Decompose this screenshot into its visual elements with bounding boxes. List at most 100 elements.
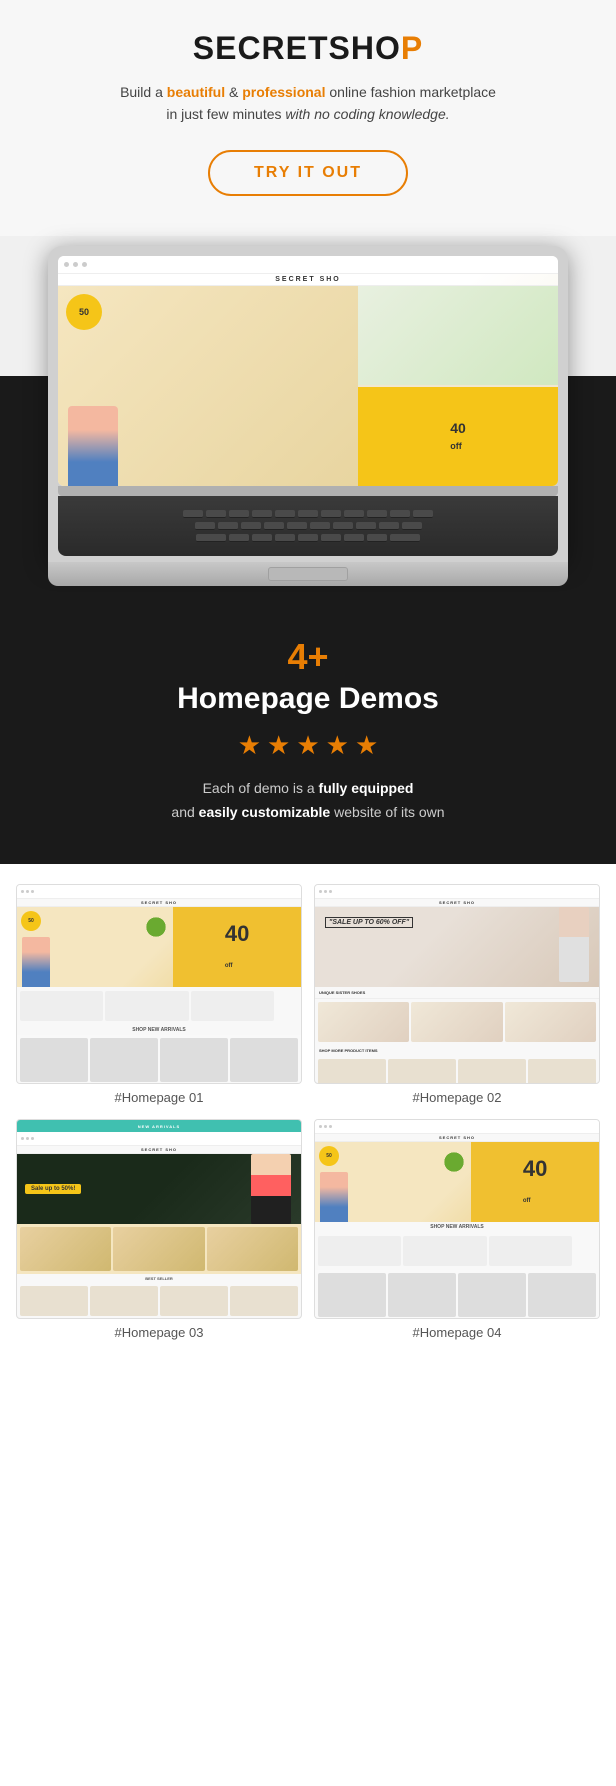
thumb-dot <box>329 890 332 893</box>
demo-item-03: NEW ARRIVALS SECRET SHO Sale up to 50%! … <box>16 1119 302 1340</box>
thumb-product-card <box>105 991 188 1021</box>
key <box>241 522 261 530</box>
nav-dot-2 <box>73 262 78 267</box>
thumb-nav-01 <box>17 885 301 899</box>
thumb3-mid-card <box>20 1227 111 1271</box>
thumb-logo-03: SECRET SHO <box>17 1146 301 1154</box>
thumb-product-card <box>318 1236 401 1266</box>
thumb-dot <box>26 890 29 893</box>
thumb3-sale-badge: Sale up to 50%! <box>25 1184 81 1194</box>
key <box>275 510 295 518</box>
laptop-container: SECRET SHO 50 40off <box>48 246 568 586</box>
thumb2-section-label: UNIQUE SISTER SHOES <box>315 987 599 999</box>
screen-logo: SECRET SHO <box>58 274 558 286</box>
thumb3-products <box>17 1283 301 1319</box>
logo: SECRETSHOP <box>40 30 576 67</box>
italic-text: with no coding knowledge. <box>285 106 449 122</box>
thumb2-more-cards <box>315 1056 599 1084</box>
thumb3-prod-card <box>160 1286 228 1316</box>
dark-stats-section: 4+ Homepage Demos ★ ★ ★ ★ ★ Each of demo… <box>0 586 616 865</box>
keyboard-row-3 <box>68 534 548 542</box>
key <box>264 522 284 530</box>
nav-dot-3 <box>82 262 87 267</box>
thumb-logo-04: SECRET SHO <box>315 1134 599 1142</box>
thumb-arrival-card <box>528 1273 596 1317</box>
demo-thumb-03[interactable]: NEW ARRIVALS SECRET SHO Sale up to 50%! … <box>16 1119 302 1319</box>
key <box>321 510 341 518</box>
thumb2-more-label: SHOP MORE PRODUCT ITEMS <box>315 1045 599 1056</box>
screen-sale-badge: 50 <box>66 294 102 330</box>
demo-thumb-02[interactable]: SECRET SHO "SALE UP TO 60% OFF" UNIQUE S… <box>314 884 600 1084</box>
key <box>367 534 387 542</box>
demo-thumb-04[interactable]: SECRET SHO 50 40off SHOP NEW ARRIVALS <box>314 1119 600 1319</box>
star-5: ★ <box>355 730 378 761</box>
star-2: ★ <box>267 730 290 761</box>
thumb2-prod-card <box>411 1002 502 1042</box>
screen-people-image <box>68 406 118 486</box>
thumb2-person <box>559 907 589 982</box>
nav-dot-1 <box>64 262 69 267</box>
thumb-sale-circle-04: 50 <box>319 1146 339 1166</box>
logo-accent: P <box>401 30 423 66</box>
thumb-dot <box>21 1137 24 1140</box>
key <box>229 510 249 518</box>
thumb-nav-04 <box>315 1120 599 1134</box>
key <box>413 510 433 518</box>
thumb3-mid-card <box>207 1227 298 1271</box>
professional-text: professional <box>242 84 325 100</box>
thumb-arrival-card <box>20 1038 88 1082</box>
thumb3-section-label: BEST SELLER <box>17 1274 301 1283</box>
thumb3-header: NEW ARRIVALS <box>17 1120 301 1132</box>
thumb-hero-04: 50 40off <box>315 1142 599 1222</box>
thumb-dot <box>21 890 24 893</box>
screen-content: SECRET SHO 50 40off <box>58 256 558 486</box>
key <box>206 510 226 518</box>
key <box>298 534 318 542</box>
thumb-discount-01: 40off <box>225 921 249 973</box>
thumb2-prod-card <box>318 1002 409 1042</box>
screen-right-top <box>358 286 558 385</box>
thumb-hero-right-04: 40off <box>471 1142 599 1222</box>
try-it-out-button[interactable]: TRY IT OUT <box>208 150 408 196</box>
thumb-arrival-card <box>230 1038 298 1082</box>
laptop-body: SECRET SHO 50 40off <box>48 246 568 562</box>
thumb-dot <box>324 1125 327 1128</box>
thumb-section-label-01: SHOP NEW ARRIVALS <box>17 1025 301 1035</box>
key <box>252 534 272 542</box>
thumb-logo-02: SECRET SHO <box>315 899 599 907</box>
thumb-dot <box>319 1125 322 1128</box>
thumb-nav-03 <box>17 1132 301 1146</box>
thumb-nav-02 <box>315 885 599 899</box>
thumb2-more-card <box>528 1059 596 1084</box>
cta-wrapper: TRY IT OUT <box>40 150 576 196</box>
thumb-new-arrivals-04 <box>315 1270 599 1319</box>
key <box>321 534 341 542</box>
tagline: Build a beautiful & professional online … <box>40 81 576 126</box>
thumb-arrival-card <box>388 1273 456 1317</box>
thumb2-more-card <box>318 1059 386 1084</box>
key <box>252 510 272 518</box>
demo-item-02: SECRET SHO "SALE UP TO 60% OFF" UNIQUE S… <box>314 884 600 1105</box>
keyboard-row-1 <box>68 510 548 518</box>
thumb-new-arrivals-01 <box>17 1035 301 1084</box>
beautiful-text: beautiful <box>167 84 225 100</box>
thumb-product-card <box>191 991 274 1021</box>
demo-item-04: SECRET SHO 50 40off SHOP NEW ARRIVALS <box>314 1119 600 1340</box>
thumb3-mid-card <box>113 1227 204 1271</box>
thumb-dot <box>26 1137 29 1140</box>
thumb-product-card <box>20 991 103 1021</box>
thumb2-more-card <box>458 1059 526 1084</box>
thumb-products-01 <box>17 987 301 1025</box>
thumb-arrival-card <box>160 1038 228 1082</box>
laptop-section: SECRET SHO 50 40off <box>0 236 616 586</box>
demos-title: Homepage Demos <box>40 682 576 716</box>
stars-row: ★ ★ ★ ★ ★ <box>40 730 576 761</box>
fully-equipped-text: fully equipped <box>319 780 414 796</box>
thumb-dot <box>324 890 327 893</box>
laptop-keyboard <box>58 496 558 556</box>
demo-thumb-01[interactable]: SECRET SHO 50 40off SHOP NEW ARRIVALS <box>16 884 302 1084</box>
thumb-arrival-card <box>90 1038 158 1082</box>
thumb-palm-04 <box>442 1147 466 1177</box>
key <box>275 534 295 542</box>
thumb-dot <box>329 1125 332 1128</box>
